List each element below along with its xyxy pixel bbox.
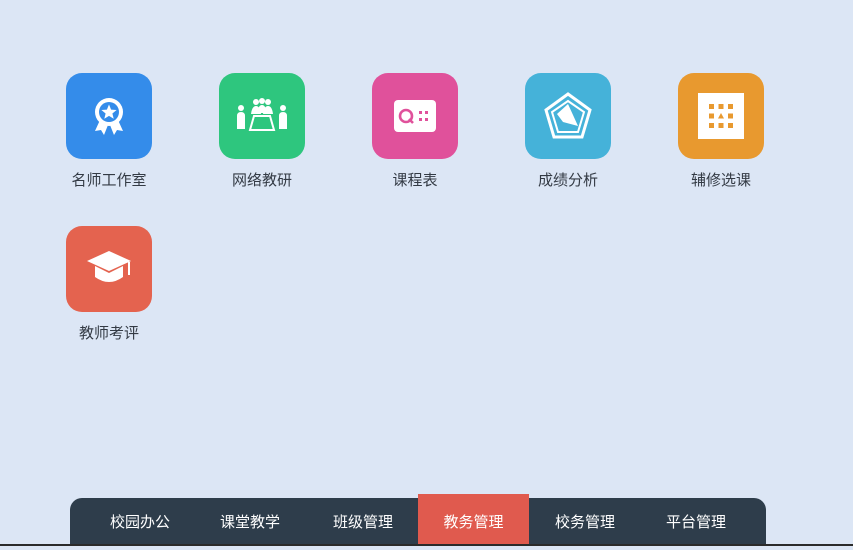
tab-platform-management[interactable]: 平台管理 — [641, 498, 751, 546]
app-score-analysis[interactable]: 成绩分析 — [513, 73, 623, 189]
app-tile[interactable] — [66, 226, 152, 312]
app-label: 教师考评 — [78, 324, 139, 342]
graduation-cap-icon — [87, 251, 131, 282]
app-tile[interactable] — [66, 73, 152, 159]
radar-chart-icon — [544, 92, 592, 139]
tab-campus-office[interactable]: 校园办公 — [86, 498, 194, 546]
app-grid: 名师工作室 网络教研 课程表 成绩分析 辅修选课 教师考评 — [0, 0, 853, 546]
app-teacher-studio[interactable]: 名师工作室 — [54, 73, 164, 189]
app-teacher-evaluation[interactable]: 教师考评 — [54, 226, 164, 342]
app-label: 课程表 — [392, 171, 438, 189]
app-label: 名师工作室 — [71, 171, 147, 189]
app-tile[interactable] — [219, 73, 305, 159]
tab-classroom-teaching[interactable]: 课堂教学 — [196, 498, 304, 546]
app-timetable[interactable]: 课程表 — [360, 73, 470, 189]
grid-select-icon — [698, 93, 744, 139]
meeting-table-icon — [237, 98, 287, 131]
award-ribbon-icon — [95, 98, 123, 135]
app-tile[interactable] — [678, 73, 764, 159]
tab-class-management[interactable]: 班级管理 — [308, 498, 418, 546]
app-online-research[interactable]: 网络教研 — [207, 73, 317, 189]
app-tile[interactable] — [372, 73, 458, 159]
timetable-icon — [394, 100, 436, 132]
app-label: 辅修选课 — [690, 171, 751, 189]
app-minor-course-selection[interactable]: 辅修选课 — [666, 73, 776, 189]
app-tile[interactable] — [525, 73, 611, 159]
app-label: 成绩分析 — [537, 171, 598, 189]
tab-academic-affairs[interactable]: 教务管理 — [418, 494, 529, 546]
app-label: 网络教研 — [231, 171, 292, 189]
tab-school-affairs[interactable]: 校务管理 — [530, 498, 640, 546]
category-taskbar: 校园办公 课堂教学 班级管理 教务管理 校务管理 平台管理 — [70, 494, 766, 546]
